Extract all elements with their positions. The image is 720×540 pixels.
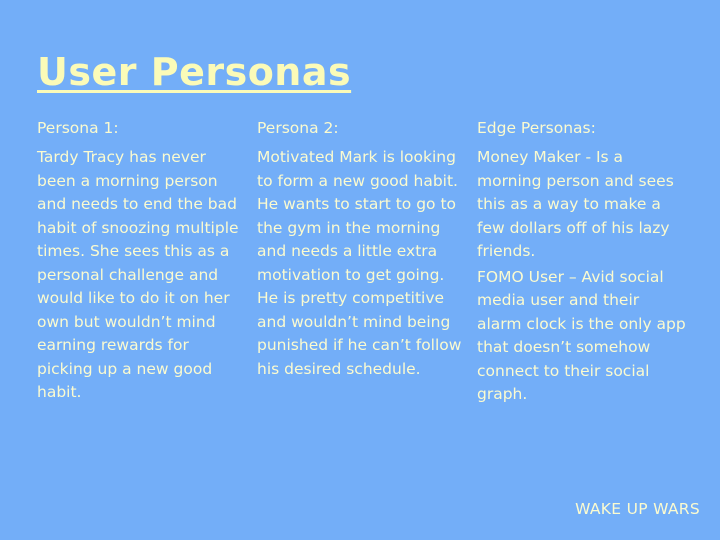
edge-personas-heading: Edge Personas:	[477, 119, 596, 137]
persona-2-column: Persona 2: Motivated Mark is looking to …	[257, 118, 463, 381]
edge-personas-column: Edge Personas: Money Maker - Is a mornin…	[477, 118, 687, 409]
slide-title: User Personas	[37, 50, 352, 94]
persona-1-description: Tardy Tracy has never been a morning per…	[37, 148, 239, 401]
fomo-user-description: FOMO User – Avid social media user and t…	[477, 267, 686, 404]
persona-2-heading: Persona 2:	[257, 119, 339, 137]
persona-2-description: Motivated Mark is looking to form a new …	[257, 148, 462, 378]
footer-brand: WAKE UP WARS	[575, 500, 700, 518]
money-maker-description: Money Maker - Is a morning person and se…	[477, 148, 674, 260]
persona-1-column: Persona 1: Tardy Tracy has never been a …	[37, 118, 243, 405]
persona-1-heading: Persona 1:	[37, 119, 119, 137]
slide: User Personas Persona 1: Tardy Tracy has…	[0, 0, 720, 540]
